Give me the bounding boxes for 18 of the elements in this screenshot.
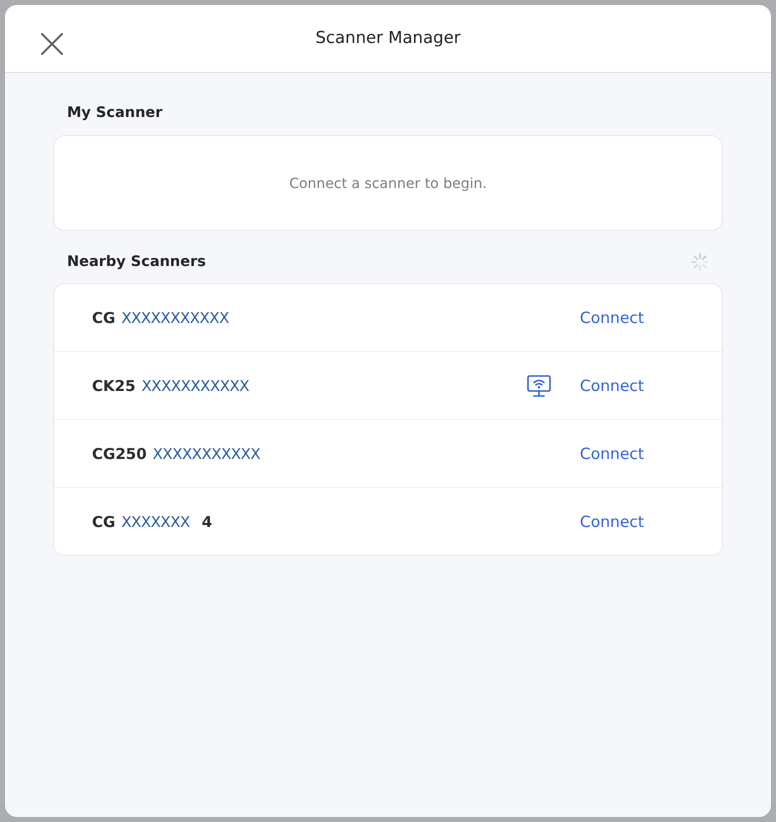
connect-link[interactable]: Connect (580, 444, 644, 462)
connect-link[interactable]: Connect (580, 308, 644, 326)
scanner-model: CG (92, 512, 116, 530)
close-icon (41, 33, 63, 55)
scanner-serial: XXXXXXXXXXX (142, 376, 250, 394)
scanner-model: CG250 (92, 444, 147, 462)
connect-link[interactable]: Connect (580, 512, 644, 530)
scanner-model: CK25 (92, 376, 136, 394)
connect-link[interactable]: Connect (580, 376, 644, 394)
scanner-serial: XXXXXXX (121, 512, 190, 530)
empty-message: Connect a scanner to begin. (289, 176, 487, 192)
section-heading: My Scanner (67, 105, 162, 121)
scanner-model: CG (92, 308, 116, 326)
section-heading: Nearby Scanners (67, 254, 206, 270)
scanner-serial: XXXXXXXXXXX (152, 444, 260, 462)
scanner-serial: XXXXXXXXXXX (121, 308, 229, 326)
dialog-title: Scanner Manager (315, 28, 461, 47)
scanner-suffix: 4 (202, 512, 212, 530)
